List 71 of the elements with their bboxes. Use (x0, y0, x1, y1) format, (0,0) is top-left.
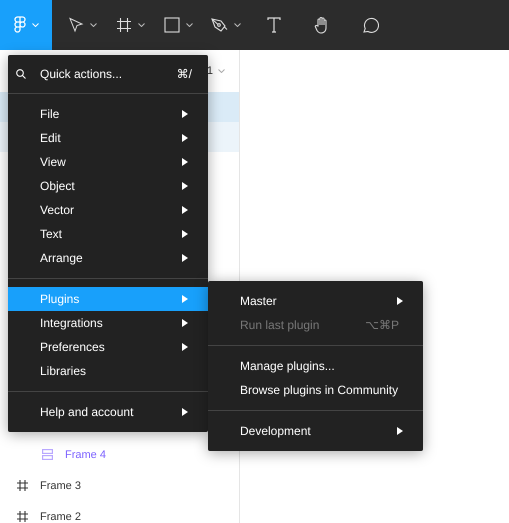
submenu-arrow-icon (182, 158, 188, 166)
layer-name[interactable]: Frame 2 (40, 510, 81, 522)
caret-icon (32, 23, 38, 27)
submenu-arrow-icon (182, 295, 188, 303)
menu-item-label: Vector (40, 203, 74, 217)
menu-item-label: Quick actions... (40, 67, 122, 81)
menu-item-label: Arrange (40, 251, 83, 265)
menu-item-label: Libraries (40, 364, 86, 378)
layer-name[interactable]: Frame 3 (40, 480, 81, 492)
layer-name[interactable]: Frame 4 (65, 448, 106, 460)
submenu-arrow-icon (182, 254, 188, 262)
menu-item-label: Text (40, 227, 62, 241)
caret-icon (138, 23, 144, 27)
menu-item-label: Plugins (40, 292, 80, 306)
submenu-arrow-icon (182, 343, 188, 351)
logo-icon (14, 16, 26, 34)
frame-icon (17, 480, 28, 491)
menu-item-label: Master (240, 294, 277, 308)
menu-item-label: Run last plugin (240, 318, 320, 332)
menu-item[interactable]: Object (8, 174, 208, 198)
menu-item[interactable]: Libraries (8, 359, 208, 383)
menu-item[interactable]: Integrations (8, 311, 208, 335)
search-icon (16, 69, 26, 79)
menu-item-label: Manage plugins... (240, 359, 335, 373)
submenu-arrow-icon (182, 319, 188, 327)
submenu-arrow-icon (182, 110, 188, 118)
submenu-arrow-icon (182, 408, 188, 416)
menu-item-label: Preferences (40, 340, 105, 354)
menu-item-label: Browse plugins in Community (240, 383, 398, 397)
frame-icon (17, 511, 28, 522)
menu-item-label: Object (40, 179, 75, 193)
text-tool-icon (267, 17, 281, 33)
menu-item[interactable]: View (8, 150, 208, 174)
logo-tool-button[interactable] (0, 0, 52, 50)
menu-item-label: Help and account (40, 405, 134, 419)
menu-item[interactable]: Vector (8, 198, 208, 222)
menu-item[interactable]: File (8, 102, 208, 126)
menu-item-label: Edit (40, 131, 61, 145)
menu-item[interactable]: Browse plugins in Community (208, 378, 423, 402)
page-selector[interactable]: 1 (206, 65, 213, 77)
auto-layout-icon (42, 449, 53, 460)
menu-item[interactable]: Preferences (8, 335, 208, 359)
chevron-icon (218, 69, 225, 73)
menu-item-label: Integrations (40, 316, 103, 330)
caret-icon (90, 23, 96, 27)
menu-item-label: View (40, 155, 66, 169)
pen-icon (211, 16, 228, 34)
caret-icon (234, 23, 241, 27)
submenu-arrow-icon (182, 182, 188, 190)
frame-icon (116, 17, 132, 33)
menu-item[interactable]: Master (208, 289, 423, 313)
submenu-arrow-icon (182, 206, 188, 214)
submenu-arrow-icon (182, 230, 188, 238)
menu-item[interactable]: Help and account (8, 400, 208, 424)
menu-item[interactable]: Manage plugins... (208, 354, 423, 378)
shortcut-label: ⌥⌘P (365, 318, 399, 332)
menu-item-label: Development (240, 424, 311, 438)
caret-icon (186, 23, 192, 27)
menu-item[interactable]: Arrange (8, 246, 208, 270)
submenu-arrow-icon (182, 134, 188, 142)
menu-item[interactable]: Text (8, 222, 208, 246)
submenu-arrow-icon (397, 297, 403, 305)
cursor-icon (68, 17, 84, 33)
shortcut-label: ⌘/ (176, 67, 192, 81)
quick-actions-item[interactable]: Quick actions... ⌘/ (8, 63, 208, 85)
menu-item-label: File (40, 107, 60, 121)
menu-item[interactable]: Edit (8, 126, 208, 150)
menu-item[interactable]: Development (208, 419, 423, 443)
comment-icon (361, 16, 379, 34)
rectangle-icon (164, 17, 180, 33)
submenu-arrow-icon (397, 427, 403, 435)
